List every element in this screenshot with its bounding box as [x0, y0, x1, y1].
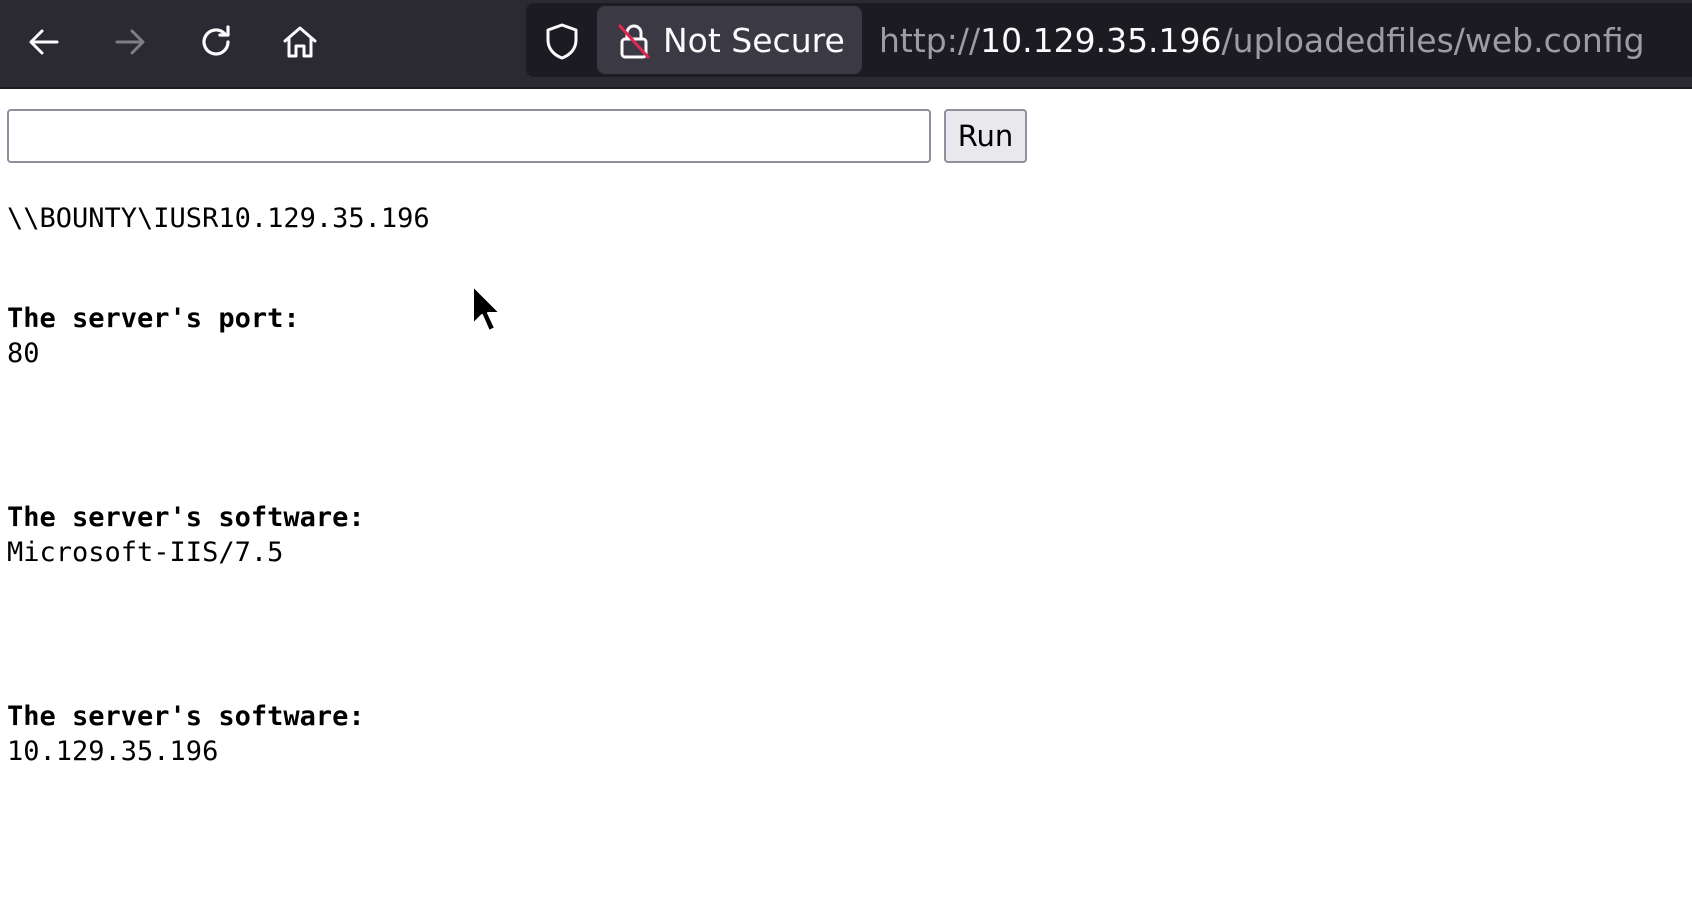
whoami-output: \\BOUNTY\IUSR10.129.35.196: [7, 203, 430, 234]
url-path: /uploadedfiles/web.config: [1221, 21, 1645, 60]
tracking-protection-button[interactable]: [544, 22, 580, 60]
port-value: 80: [7, 338, 40, 369]
home-icon: [283, 26, 317, 58]
command-input[interactable]: [7, 109, 931, 163]
back-button[interactable]: [22, 20, 66, 64]
url-host: 10.129.35.196: [980, 21, 1222, 60]
reload-icon: [202, 25, 230, 56]
port-label: The server's port:: [7, 303, 300, 334]
software-label-2: The server's software:: [7, 701, 365, 732]
software-value: Microsoft-IIS/7.5: [7, 537, 284, 568]
browser-toolbar: Not Secure http://10.129.35.196/uploaded…: [0, 0, 1692, 89]
shield-icon: [546, 23, 578, 60]
url-bar[interactable]: Not Secure http://10.129.35.196/uploaded…: [526, 3, 1692, 77]
server-address-value: 10.129.35.196: [7, 736, 219, 767]
software-label: The server's software:: [7, 502, 365, 533]
back-arrow-icon: [29, 29, 59, 55]
reload-button[interactable]: [194, 20, 238, 64]
security-label: Not Secure: [663, 21, 845, 60]
mouse-cursor-icon: [472, 285, 501, 332]
url-text[interactable]: http://10.129.35.196/uploadedfiles/web.c…: [879, 23, 1645, 59]
forward-arrow-icon: [115, 29, 145, 55]
site-security-button[interactable]: Not Secure: [597, 6, 862, 74]
run-button[interactable]: Run: [944, 109, 1027, 163]
url-scheme: http://: [879, 21, 981, 60]
home-button[interactable]: [278, 20, 322, 64]
insecure-lock-icon: [618, 24, 650, 59]
forward-button[interactable]: [108, 20, 152, 64]
